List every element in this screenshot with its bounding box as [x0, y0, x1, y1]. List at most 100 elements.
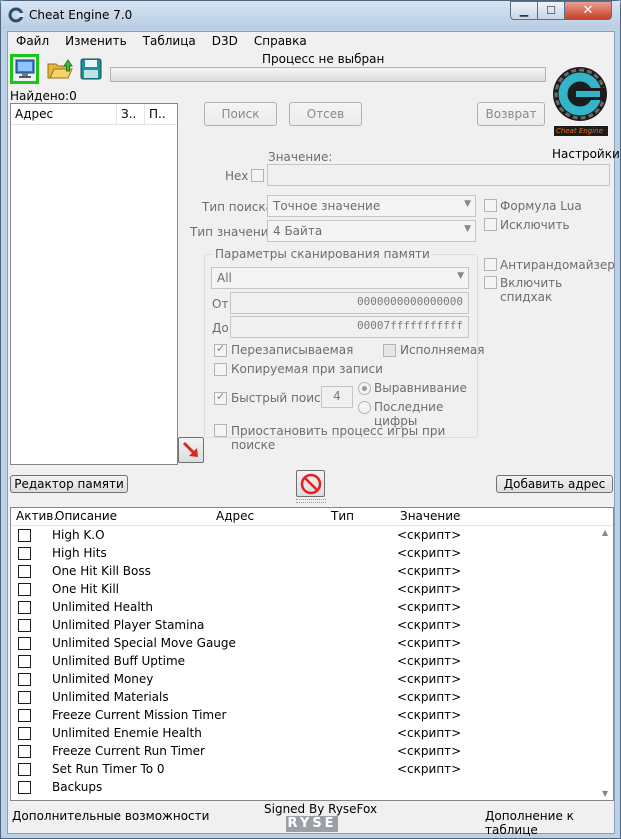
row-value: <скрипт> — [397, 582, 462, 596]
active-checkbox[interactable] — [18, 547, 31, 560]
column-type[interactable]: Тип — [331, 509, 354, 523]
active-checkbox[interactable] — [18, 565, 31, 578]
scan-type-value: Точное значение — [273, 199, 381, 213]
fast-scan-checkbox[interactable] — [214, 390, 227, 405]
active-checkbox[interactable] — [18, 619, 31, 632]
advanced-options-label[interactable]: Дополнительные возможности — [12, 809, 209, 823]
table-row[interactable]: Backups — [11, 779, 601, 797]
table-row[interactable]: Unlimited Player Stamina <скрипт> — [11, 617, 601, 635]
row-description: One Hit Kill — [52, 582, 119, 596]
table-row[interactable]: Unlimited Special Move Gauge <скрипт> — [11, 635, 601, 653]
active-checkbox[interactable] — [18, 655, 31, 668]
column-active[interactable]: Актив. — [16, 509, 57, 523]
active-checkbox[interactable] — [18, 529, 31, 542]
logo-text: Cheat Engine — [556, 127, 603, 135]
active-checkbox[interactable] — [18, 637, 31, 650]
add-address-button[interactable]: Добавить адрес — [496, 475, 613, 493]
hex-checkbox[interactable] — [251, 169, 264, 182]
active-checkbox[interactable] — [18, 727, 31, 740]
active-checkbox[interactable] — [18, 601, 31, 614]
table-row[interactable]: Unlimited Enemie Health <скрипт> — [11, 725, 601, 743]
column-address[interactable]: Адрес — [216, 509, 254, 523]
unrandomizer-checkbox[interactable] — [484, 258, 497, 271]
row-value: <скрипт> — [397, 564, 462, 578]
table-row[interactable]: One Hit Kill Boss <скрипт> — [11, 563, 601, 581]
undo-scan-button[interactable]: Возврат — [477, 102, 545, 126]
active-checkbox[interactable] — [18, 709, 31, 722]
active-checkbox[interactable] — [18, 763, 31, 776]
scroll-up-icon[interactable]: ▲ — [602, 528, 608, 537]
table-row[interactable]: Unlimited Materials <скрипт> — [11, 689, 601, 707]
lua-formula-checkbox[interactable] — [484, 199, 497, 212]
active-checkbox[interactable] — [18, 673, 31, 686]
last-digits-radio[interactable] — [358, 401, 371, 414]
address-list-header: Адрес З.. П.. — [11, 104, 177, 125]
executable-checkbox[interactable] — [383, 344, 396, 357]
table-row[interactable]: High K.O <скрипт> — [11, 527, 601, 545]
table-row[interactable]: Freeze Current Mission Timer <скрипт> — [11, 707, 601, 725]
table-row[interactable]: Unlimited Health <скрипт> — [11, 599, 601, 617]
vertical-scrollbar[interactable]: ▲ ▼ — [599, 526, 613, 800]
copy-on-write-checkbox[interactable] — [214, 363, 227, 376]
scan-type-select[interactable]: Точное значение ▼ — [267, 195, 476, 217]
memory-region-select[interactable]: All ▼ — [211, 267, 469, 289]
value-label: Значение: — [268, 150, 333, 164]
first-scan-button[interactable]: Поиск — [204, 102, 277, 126]
settings-label[interactable]: Настройки — [552, 147, 620, 161]
column-address[interactable]: Адрес — [11, 104, 117, 124]
menu-file[interactable]: Файл — [8, 32, 57, 50]
to-label: До — [212, 321, 229, 335]
maximize-button[interactable]: ☐ — [537, 1, 565, 20]
stop-address-input[interactable]: 00007fffffffffff — [230, 316, 469, 338]
open-file-button[interactable] — [45, 54, 74, 84]
splitter-handle[interactable] — [296, 499, 326, 503]
menu-edit[interactable]: Изменить — [57, 32, 135, 50]
fast-scan-alignment-input[interactable]: 4 — [321, 386, 353, 408]
active-checkbox[interactable] — [18, 691, 31, 704]
row-value: <скрипт> — [397, 690, 462, 704]
active-checkbox[interactable] — [18, 583, 31, 596]
scroll-down-icon[interactable]: ▼ — [602, 789, 608, 798]
from-label: От — [212, 297, 229, 311]
add-selected-to-list-button[interactable] — [178, 437, 204, 463]
close-button[interactable]: ✕ — [564, 1, 612, 20]
column-previous[interactable]: П.. — [145, 104, 175, 124]
memory-view-button[interactable]: Редактор памяти — [10, 475, 128, 493]
column-description[interactable]: Описание — [55, 509, 117, 523]
speedhack-checkbox[interactable] — [484, 276, 497, 289]
title-bar[interactable]: Cheat Engine 7.0 ▁ ☐ ✕ — [1, 1, 620, 29]
cheat-engine-logo[interactable]: Cheat Engine — [548, 60, 612, 146]
table-row[interactable]: Freeze Current Run Timer <скрипт> — [11, 743, 601, 761]
table-row[interactable]: Unlimited Money <скрипт> — [11, 671, 601, 689]
active-checkbox[interactable] — [18, 781, 31, 794]
save-button[interactable] — [76, 54, 105, 84]
value-type-select[interactable]: 4 Байта ▼ — [267, 220, 476, 242]
not-checkbox[interactable] — [484, 218, 497, 231]
table-extras-label[interactable]: Дополнение к таблице — [485, 809, 614, 837]
pause-game-checkbox[interactable] — [214, 424, 227, 437]
writable-checkbox[interactable] — [214, 342, 227, 357]
next-scan-button[interactable]: Отсев — [289, 102, 362, 126]
menu-table[interactable]: Таблица — [135, 32, 204, 50]
clear-list-button[interactable] — [296, 470, 325, 497]
table-row[interactable]: Set Run Timer To 0 <скрипт> — [11, 761, 601, 779]
column-value[interactable]: З.. — [117, 104, 145, 124]
row-description: Unlimited Special Move Gauge — [52, 636, 236, 650]
select-process-button[interactable] — [10, 54, 39, 84]
active-checkbox[interactable] — [18, 745, 31, 758]
column-value[interactable]: Значение — [400, 509, 460, 523]
fast-scan-label: Быстрый поиск — [231, 391, 328, 405]
alignment-radio[interactable] — [358, 382, 371, 395]
found-address-list[interactable]: Адрес З.. П.. — [10, 103, 178, 465]
cheat-table[interactable]: Актив. Описание Адрес Тип Значение High … — [10, 507, 614, 801]
menu-d3d[interactable]: D3D — [204, 32, 246, 50]
row-description: Unlimited Enemie Health — [52, 726, 202, 740]
menu-help[interactable]: Справка — [246, 32, 315, 50]
start-address-input[interactable]: 0000000000000000 — [230, 292, 469, 314]
minimize-button[interactable]: ▁ — [510, 1, 538, 20]
value-input[interactable] — [267, 164, 610, 186]
floppy-disk-icon — [80, 58, 101, 80]
table-row[interactable]: One Hit Kill <скрипт> — [11, 581, 601, 599]
table-row[interactable]: High Hits <скрипт> — [11, 545, 601, 563]
table-row[interactable]: Unlimited Buff Uptime <скрипт> — [11, 653, 601, 671]
